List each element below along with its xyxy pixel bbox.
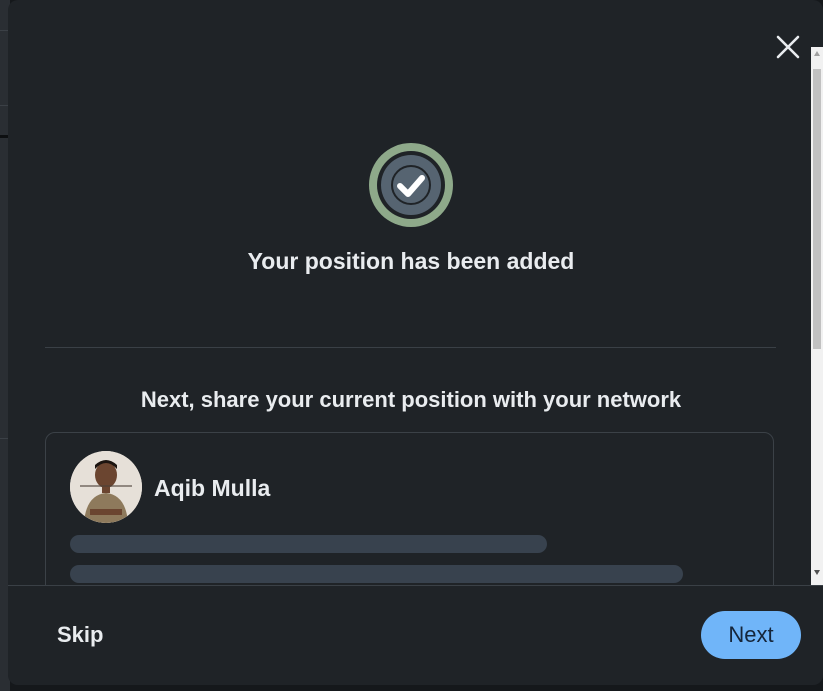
text-placeholder-line: [70, 565, 683, 583]
scroll-down-arrow-icon[interactable]: [814, 570, 820, 575]
dialog-footer: Skip Next: [8, 585, 823, 685]
scroll-up-arrow-icon[interactable]: [814, 51, 820, 56]
text-placeholder-line: [70, 535, 547, 553]
avatar: [70, 451, 142, 523]
share-prompt: Next, share your current position with y…: [140, 387, 682, 412]
skip-button[interactable]: Skip: [57, 622, 103, 648]
vertical-scrollbar[interactable]: [811, 47, 823, 585]
success-badge: [369, 143, 453, 227]
next-button[interactable]: Next: [701, 611, 801, 659]
close-button[interactable]: [771, 30, 805, 64]
section-divider: [45, 347, 776, 348]
position-added-dialog: Your position has been added Next, share…: [8, 0, 823, 685]
scrollbar-thumb[interactable]: [813, 69, 821, 349]
author-name: Aqib Mulla: [154, 475, 271, 501]
success-message: Your position has been added: [247, 248, 575, 274]
profile-photo: [70, 451, 142, 523]
close-icon: [776, 35, 800, 59]
post-preview-card: Aqib Mulla: [45, 432, 774, 585]
dialog-scroll-area[interactable]: Your position has been added Next, share…: [8, 0, 808, 585]
checkmark-icon: [391, 165, 431, 205]
